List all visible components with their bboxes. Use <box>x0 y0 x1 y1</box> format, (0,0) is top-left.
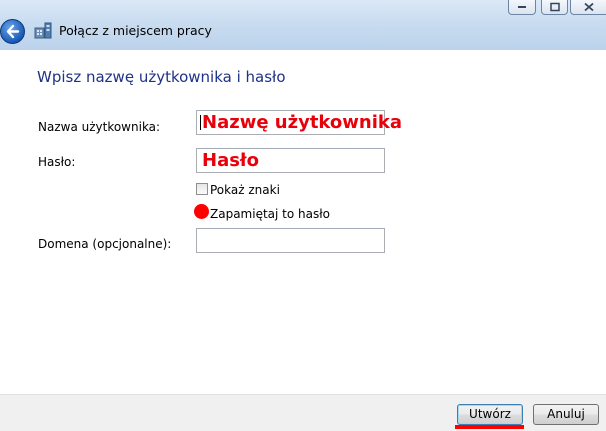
password-field[interactable]: Hasło <box>196 148 385 173</box>
minimize-button[interactable] <box>508 0 536 15</box>
maximize-icon <box>549 2 560 12</box>
show-characters-label[interactable]: Pokaż znaki <box>210 183 280 197</box>
text-caret <box>200 115 201 130</box>
username-field[interactable]: Nazwę użytkownika <box>196 110 402 135</box>
username-value: Nazwę użytkownika <box>202 112 403 133</box>
show-characters-checkbox[interactable] <box>196 183 208 195</box>
close-button[interactable] <box>570 0 606 15</box>
create-button[interactable]: Utwórz <box>457 404 523 425</box>
close-icon <box>583 2 594 12</box>
domain-field[interactable] <box>196 228 385 253</box>
annotation-underline <box>455 425 524 429</box>
password-value: Hasło <box>202 150 259 171</box>
password-label: Hasło: <box>38 155 76 169</box>
minimize-icon <box>518 6 526 8</box>
domain-label: Domena (opcjonalne): <box>38 237 172 251</box>
workplace-network-icon <box>34 22 52 39</box>
back-arrow-icon <box>6 24 20 39</box>
maximize-button[interactable] <box>541 0 568 15</box>
page-heading: Wpisz nazwę użytkownika i hasło <box>37 68 286 86</box>
remember-password-label[interactable]: Zapamiętaj to hasło <box>210 207 330 221</box>
username-label: Nazwa użytkownika: <box>38 120 161 134</box>
window-title: Połącz z miejscem pracy <box>59 23 212 38</box>
cancel-button[interactable]: Anuluj <box>533 404 599 425</box>
back-button[interactable] <box>0 19 25 44</box>
remember-password-checkbox[interactable] <box>194 204 209 219</box>
